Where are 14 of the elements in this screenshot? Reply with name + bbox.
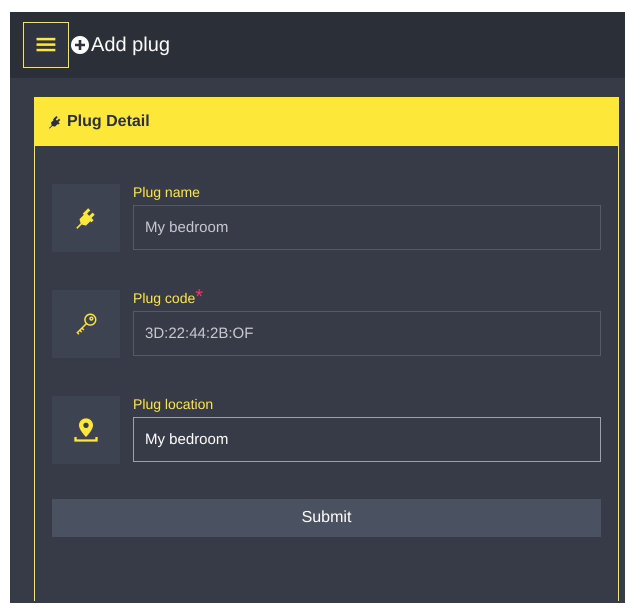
field-label: Plug location — [133, 396, 214, 412]
submit-button[interactable]: Submit — [52, 499, 601, 537]
input-field[interactable]: My bedroom — [133, 205, 601, 250]
field-label: Plug code — [133, 290, 196, 306]
field-label: Plug name — [133, 184, 200, 200]
required-asterisk: * — [195, 290, 204, 304]
menu-button[interactable]: ≡ — [23, 22, 69, 68]
card-title: Plug Detail — [67, 113, 150, 131]
plug-icon — [47, 114, 63, 130]
input-field[interactable]: My bedroom — [133, 417, 601, 462]
plus-circle-icon — [71, 36, 89, 54]
location-pin-icon — [72, 416, 100, 444]
input-field[interactable]: 3D:22:44:2B:OF — [133, 311, 601, 356]
page-title: Add plug — [91, 34, 170, 56]
